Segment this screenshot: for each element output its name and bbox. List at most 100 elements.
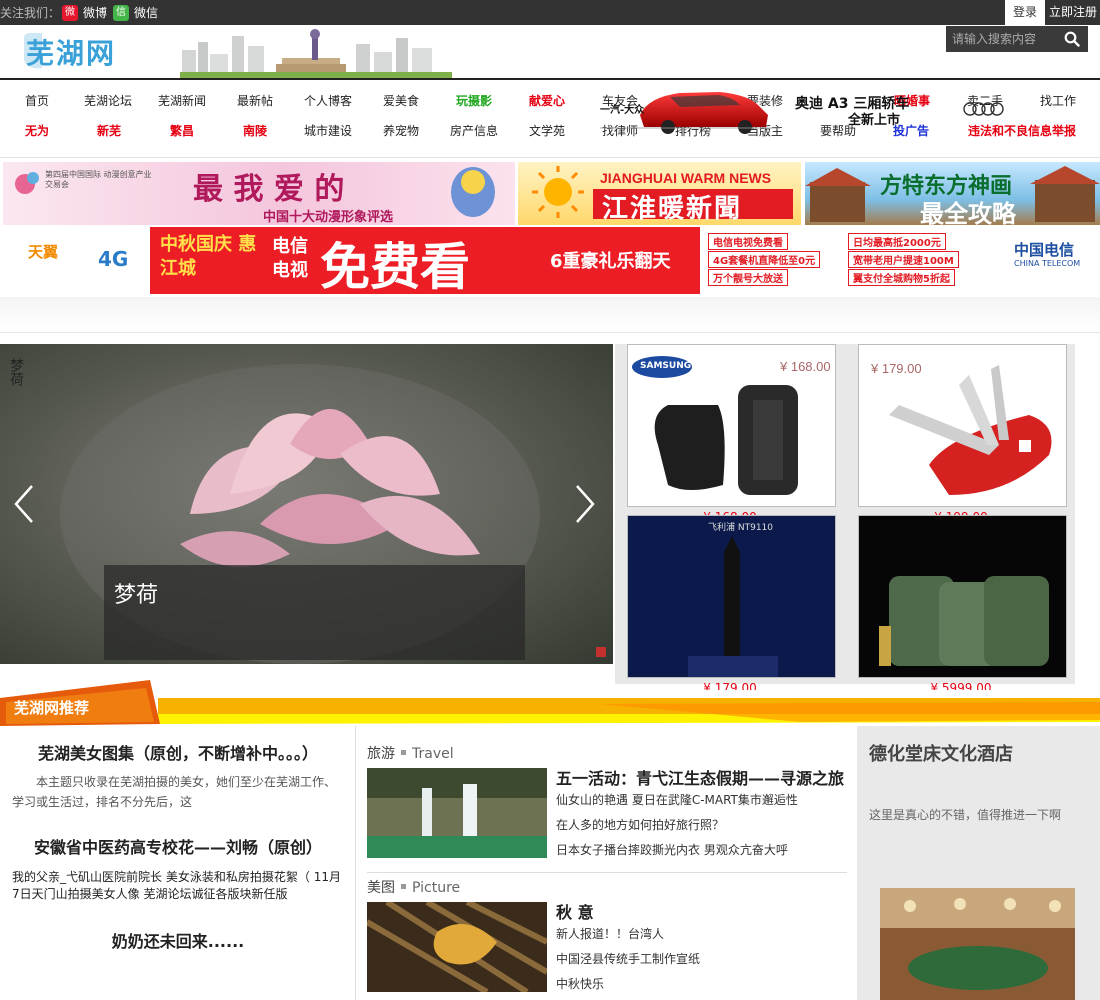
register-button[interactable]: 立即注册 bbox=[1049, 0, 1100, 25]
logo-text: 芜湖网 bbox=[26, 37, 117, 70]
nav-primary-item[interactable]: 找工作 bbox=[1023, 87, 1093, 115]
telecom-items: 电信电视免费看 4G套餐机直降低至0元 万个靓号大放送 日均最高抵2000元 宽… bbox=[708, 233, 968, 289]
left-column: 芜湖美女图集（原创，不断增补中。。。） 本主题只收录在芜湖拍摄的美女，她们至少在… bbox=[0, 726, 356, 1000]
telecom-4g: 4G bbox=[98, 247, 129, 271]
picture-thumbnail[interactable] bbox=[367, 902, 547, 992]
product-card[interactable]: 飞利浦 NT9110 ¥ 179.00 bbox=[615, 515, 845, 690]
right-image[interactable] bbox=[880, 888, 1075, 1000]
wechat-icon: 信 bbox=[113, 4, 130, 21]
nav-secondary-item[interactable]: 房产信息 bbox=[439, 117, 509, 145]
section-travel-en: Travel bbox=[412, 746, 454, 762]
banner-area: 第四届中国国际 动漫创意产业交易会 最 我 爱 的 中国十大动漫形象评选 JIA… bbox=[0, 158, 1100, 348]
banner-fantawild[interactable]: 方特东方神画 最全攻略 bbox=[805, 162, 1100, 225]
nav-primary-item[interactable]: 最新帖 bbox=[220, 87, 290, 115]
product-image: ¥ 168.00 SAMSUNG bbox=[627, 344, 836, 507]
telecom-big: 免费看 bbox=[320, 238, 470, 294]
left-headline-3[interactable]: 奶奶还未回来...... bbox=[0, 928, 356, 952]
telecom-item: 万个靓号大放送 bbox=[708, 269, 788, 286]
telecom-company-en: CHINA TELECOM bbox=[1014, 259, 1081, 268]
left-link-grid: 我的父亲_弋矶山医院前院长 美女泳装和私房拍摄花絮（ 11月7日天门山拍摄美女人… bbox=[12, 868, 342, 908]
nav-primary-item[interactable]: 玩摄影 bbox=[439, 87, 509, 115]
nav-primary-item[interactable]: 爱美食 bbox=[366, 87, 436, 115]
banner-blank-strip bbox=[0, 297, 1100, 333]
left-link[interactable]: 美女泳装和私房拍摄花絮（ bbox=[166, 870, 310, 884]
banner-telecom[interactable]: 天翼 4G 中秋国庆 惠江城 电信 电视 免费看 6重豪礼乐翻天 电信电视免费看… bbox=[0, 227, 1100, 294]
featured-slider[interactable]: 梦荷 梦荷 bbox=[0, 344, 613, 664]
header: 芜湖网 bbox=[0, 25, 1100, 80]
weibo-link[interactable]: 微 微博 bbox=[62, 1, 107, 25]
telecom-promo: 6重豪礼乐翻天 bbox=[550, 251, 671, 272]
left-headline-2[interactable]: 安徽省中医药高专校花——刘畅（原创） bbox=[0, 834, 356, 858]
product-image bbox=[858, 515, 1067, 678]
picture-link[interactable]: 新人报道！！台湾人 bbox=[556, 925, 664, 942]
banner-fantawild-sub: 最全攻略 bbox=[920, 200, 1016, 225]
product-card[interactable]: ¥ 5999.00 bbox=[846, 515, 1076, 690]
product-card[interactable]: ¥ 168.00 SAMSUNG ¥ 168.00 bbox=[615, 344, 845, 519]
wechat-label: 微信 bbox=[134, 5, 159, 20]
right-column: 德化堂床文化酒店 这里是真心的不错，值得推进一下啊 bbox=[857, 726, 1100, 1000]
recommend-title: 芜湖网推荐 bbox=[14, 699, 90, 717]
picture-title[interactable]: 秋 意 bbox=[556, 899, 594, 923]
nav-secondary-item[interactable]: 南陵 bbox=[220, 117, 290, 145]
banner-warm-news[interactable]: JIANGHUAI WARM NEWS 江淮暖新聞 bbox=[518, 162, 801, 225]
car-ad[interactable]: 一汽-大众 奥迪 A3 三厢轿车 全新上市 bbox=[600, 83, 1020, 135]
nav-primary-item[interactable]: 芜湖新闻 bbox=[147, 87, 217, 115]
nav-secondary-item[interactable]: 养宠物 bbox=[366, 117, 436, 145]
right-title[interactable]: 德化堂床文化酒店 bbox=[869, 740, 1013, 766]
section-travel-head: 旅游 Travel bbox=[367, 743, 454, 763]
nav-secondary-item[interactable]: 城市建设 bbox=[293, 117, 363, 145]
travel-link[interactable]: 在人多的地方如何拍好旅行照？ bbox=[556, 816, 724, 833]
product-image: ¥ 179.00 bbox=[858, 344, 1067, 507]
main-nav: 首页 芜湖论坛 芜湖新闻 最新帖 个人博客 爱美食 玩摄影 献爱心 车友会 要装修 晒婚事 卖二手 找工… bbox=[0, 80, 1100, 158]
nav-secondary-item[interactable]: 文学苑 bbox=[512, 117, 582, 145]
right-desc: 这里是真心的不错，值得推进一下啊 bbox=[869, 808, 1062, 822]
search-input[interactable] bbox=[946, 26, 1056, 52]
nav-primary-item[interactable]: 首页 bbox=[2, 87, 72, 115]
travel-thumbnail[interactable] bbox=[367, 768, 547, 858]
section-picture-cn: 美图 bbox=[367, 880, 395, 896]
jade-illustration bbox=[859, 516, 1066, 677]
picture-link[interactable]: 中秋快乐 bbox=[556, 975, 604, 992]
search-icon bbox=[1064, 31, 1080, 47]
wechat-link[interactable]: 信 微信 bbox=[113, 1, 158, 25]
nav-primary-item[interactable]: 芜湖论坛 bbox=[73, 87, 143, 115]
product-card[interactable]: ¥ 179.00 ¥ 199.00 bbox=[846, 344, 1076, 519]
middle-column: 旅游 Travel 五一活动：青弋江生态假期——寻源之旅 仙女山的艳遇 夏日在武隆… bbox=[367, 740, 847, 1000]
site-logo[interactable]: 芜湖网 bbox=[20, 30, 145, 75]
telecom-item: 电信电视免费看 bbox=[708, 233, 788, 250]
car-ad-brandline: 一汽-大众 bbox=[600, 105, 645, 116]
product-price-tag: ¥ 179.00 bbox=[871, 361, 922, 376]
nav-primary-item[interactable]: 个人博客 bbox=[293, 87, 363, 115]
telecom-item: 宽带老用户提速100M bbox=[848, 251, 959, 268]
skyline-illustration bbox=[180, 28, 452, 78]
chevron-right-icon bbox=[576, 485, 595, 523]
telecom-sub: 电信 电视 bbox=[272, 236, 308, 281]
left-link[interactable]: 芜湖论坛诚征各版块新任版 bbox=[143, 887, 287, 901]
banner-org: 第四届中国国际 动漫创意产业交易会 bbox=[45, 170, 152, 189]
product-image: 飞利浦 NT9110 bbox=[627, 515, 836, 678]
nav-primary-item[interactable]: 献爱心 bbox=[512, 87, 582, 115]
slider-next-button[interactable] bbox=[573, 484, 597, 524]
trimmer-illustration bbox=[628, 516, 835, 677]
banner-en: JIANGHUAI WARM NEWS bbox=[600, 170, 772, 186]
weibo-label: 微博 bbox=[83, 5, 108, 20]
nav-secondary-item[interactable]: 繁昌 bbox=[147, 117, 217, 145]
autumn-leaf-illustration bbox=[367, 902, 547, 992]
picture-link[interactable]: 中国泾县传统手工制作宣纸 bbox=[556, 950, 700, 967]
nav-secondary-item[interactable]: 新芜 bbox=[74, 117, 144, 145]
search-button[interactable] bbox=[1056, 26, 1088, 52]
banner-animation-fair[interactable]: 第四届中国国际 动漫创意产业交易会 最 我 爱 的 中国十大动漫形象评选 bbox=[3, 162, 515, 225]
hotel-hall-illustration bbox=[880, 888, 1075, 1000]
travel-title[interactable]: 五一活动：青弋江生态假期——寻源之旅 bbox=[556, 765, 844, 789]
recommend-ribbon bbox=[0, 680, 1100, 726]
product-label: 飞利浦 NT9110 bbox=[708, 523, 773, 533]
login-button[interactable]: 登录 bbox=[1004, 0, 1045, 25]
nav-secondary-item[interactable]: 无为 bbox=[2, 117, 72, 145]
left-headline-1[interactable]: 芜湖美女图集（原创，不断增补中。。。） bbox=[0, 740, 356, 764]
car-ad-slogan: 全新上市 bbox=[848, 113, 901, 128]
travel-link[interactable]: 日本女子播台摔跤撕光内衣 男观众亢奋大呼 bbox=[556, 841, 788, 858]
telecom-brand: 天翼 bbox=[28, 243, 59, 261]
left-link[interactable]: 我的父亲_弋矶山医院前院长 bbox=[12, 870, 162, 884]
travel-link[interactable]: 仙女山的艳遇 夏日在武隆C-MART集市邂逅性 bbox=[556, 791, 798, 808]
slider-prev-button[interactable] bbox=[12, 484, 36, 524]
